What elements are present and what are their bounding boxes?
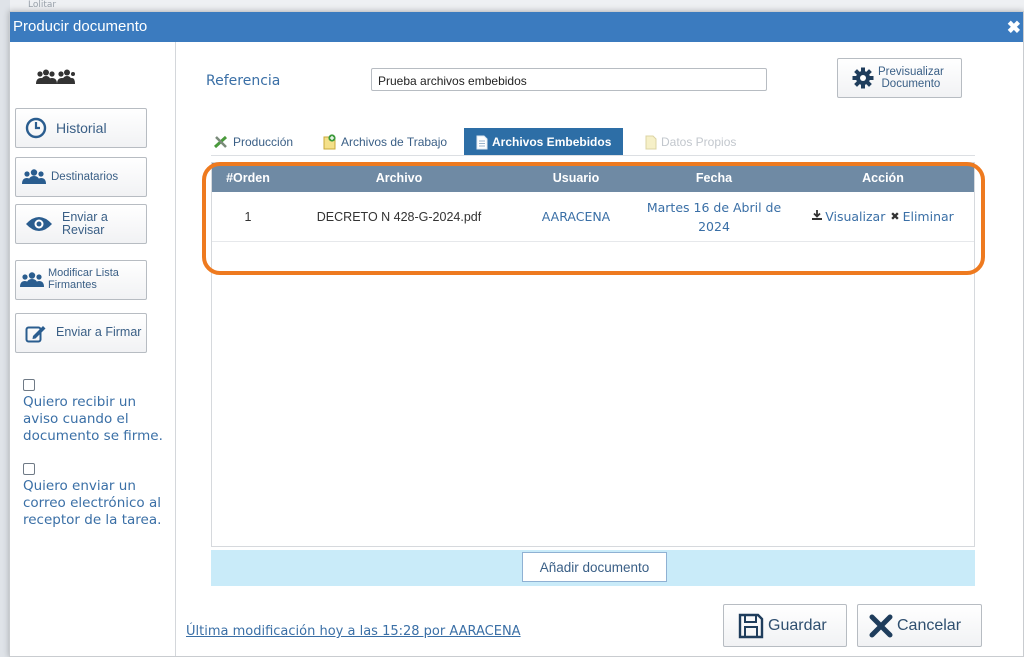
email-receptor-label: Quiero enviar un correo electrónico al r… bbox=[23, 478, 162, 528]
row-date-line1: Martes 16 de Abril de bbox=[646, 199, 782, 215]
modify-signers-label: Modificar Lista Firmantes bbox=[48, 267, 119, 291]
tab-produccion[interactable]: Producción bbox=[213, 128, 293, 156]
preview-document-label: Previsualizar Documento bbox=[878, 66, 944, 90]
close-icon bbox=[869, 614, 893, 638]
tab-archivos-trabajo[interactable]: Archivos de Trabajo bbox=[323, 128, 447, 156]
header-accion: Acción bbox=[862, 170, 904, 185]
notify-sign-checkbox[interactable] bbox=[23, 379, 35, 391]
download-icon bbox=[812, 210, 823, 223]
preview-line1: Previsualizar bbox=[878, 66, 944, 78]
reference-input[interactable]: Prueba archivos embebidos bbox=[371, 68, 767, 91]
history-button[interactable]: Historial bbox=[15, 108, 147, 148]
email-receptor-checkbox[interactable] bbox=[23, 463, 35, 475]
send-review-button[interactable]: Enviar a Revisar bbox=[15, 204, 147, 244]
send-sign-button[interactable]: Enviar a Firmar bbox=[15, 313, 147, 353]
history-label: Historial bbox=[56, 119, 107, 136]
clock-icon bbox=[16, 117, 56, 139]
close-icon: ✖ bbox=[890, 210, 900, 223]
tab-divider bbox=[211, 155, 975, 156]
dialog-title: Producir documento bbox=[13, 18, 148, 35]
document-icon bbox=[645, 135, 657, 150]
embedded-files-table: #Orden Archivo Usuario Fecha Acción 1 DE… bbox=[211, 162, 975, 547]
modify-signers-button[interactable]: Modificar Lista Firmantes bbox=[15, 260, 147, 300]
close-icon[interactable]: ✖ bbox=[1007, 18, 1021, 38]
tab-bar: Producción Archivos de Trabajo Archivos … bbox=[206, 128, 906, 156]
tab-datos-propios-label: Datos Propios bbox=[661, 135, 737, 149]
edit-icon bbox=[16, 323, 56, 343]
save-label: Guardar bbox=[768, 616, 827, 634]
delete-link[interactable]: ✖ Eliminar bbox=[890, 209, 953, 224]
dialog-titlebar: Producir documento ✖ bbox=[10, 12, 1023, 42]
notify-sign-option: Quiero recibir un aviso cuando el docume… bbox=[23, 379, 173, 445]
background-label: Lolitar bbox=[28, 0, 57, 10]
main-panel: Referencia Prueba archivos embebidos Pre… bbox=[177, 42, 1024, 656]
send-review-label: Enviar a Revisar bbox=[62, 209, 108, 237]
tab-produccion-label: Producción bbox=[233, 135, 294, 149]
document-icon bbox=[476, 135, 488, 150]
delete-label: Eliminar bbox=[902, 209, 954, 224]
tab-archivos-trabajo-label: Archivos de Trabajo bbox=[341, 135, 448, 149]
save-button[interactable]: Guardar bbox=[723, 604, 847, 647]
header-orden: #Orden bbox=[226, 170, 270, 185]
add-document-bar: Añadir documento bbox=[211, 550, 975, 586]
table-header: #Orden Archivo Usuario Fecha Acción bbox=[212, 163, 974, 192]
row-date-line2: 2024 bbox=[698, 218, 730, 234]
row-actions: Visualizar ✖ Eliminar bbox=[790, 192, 976, 241]
row-date: Martes 16 de Abril de 2024 bbox=[638, 192, 790, 241]
tab-datos-propios[interactable]: Datos Propios bbox=[645, 128, 736, 156]
reference-label: Referencia bbox=[206, 73, 281, 89]
header-usuario: Usuario bbox=[552, 170, 600, 185]
produce-document-dialog: Producir documento ✖ Historial Destinata… bbox=[9, 11, 1024, 657]
add-file-icon bbox=[323, 134, 337, 150]
visualize-label: Visualizar bbox=[825, 209, 886, 224]
notify-sign-label: Quiero recibir un aviso cuando el docume… bbox=[23, 394, 163, 444]
header-archivo: Archivo bbox=[375, 170, 423, 185]
tools-icon bbox=[213, 135, 229, 149]
row-file: DECRETO N 428-G-2024.pdf bbox=[316, 209, 482, 224]
last-modified-link[interactable]: Última modificación hoy a las 15:28 por … bbox=[186, 624, 521, 639]
visualize-link[interactable]: Visualizar bbox=[812, 209, 885, 224]
preview-line2: Documento bbox=[881, 78, 941, 90]
group-icon bbox=[16, 272, 48, 288]
header-fecha: Fecha bbox=[695, 170, 733, 185]
cancel-label: Cancelar bbox=[897, 616, 962, 634]
users-icon bbox=[36, 69, 75, 84]
email-receptor-option: Quiero enviar un correo electrónico al r… bbox=[23, 463, 173, 529]
preview-document-button[interactable]: Previsualizar Documento bbox=[837, 58, 962, 98]
recipients-label: Destinatarios bbox=[51, 170, 119, 183]
tab-archivos-embebidos[interactable]: Archivos Embebidos bbox=[464, 128, 624, 156]
cancel-button[interactable]: Cancelar bbox=[857, 604, 982, 647]
gear-icon bbox=[852, 67, 874, 89]
floppy-icon bbox=[737, 612, 765, 640]
eye-icon bbox=[16, 215, 62, 233]
recipients-button[interactable]: Destinatarios bbox=[15, 157, 147, 197]
group-icon bbox=[16, 169, 51, 185]
sidebar: Historial Destinatarios Enviar a Revisar… bbox=[10, 42, 176, 656]
tab-archivos-embebidos-label: Archivos Embebidos bbox=[492, 135, 612, 149]
row-user: AARACENA bbox=[541, 209, 611, 224]
send-sign-label: Enviar a Firmar bbox=[56, 325, 142, 340]
table-row: 1 DECRETO N 428-G-2024.pdf AARACENA Mart… bbox=[212, 192, 974, 242]
row-order: 1 bbox=[244, 209, 252, 224]
add-document-button[interactable]: Añadir documento bbox=[522, 552, 667, 582]
